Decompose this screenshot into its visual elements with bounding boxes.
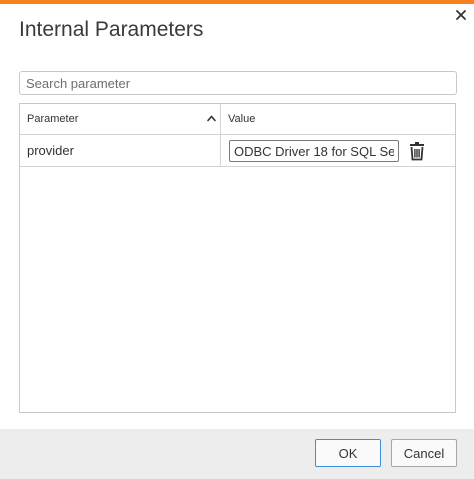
column-header-label: Parameter [27, 113, 79, 125]
table-row[interactable]: provider [20, 135, 455, 167]
search-input[interactable] [20, 72, 446, 94]
top-accent-bar [0, 0, 474, 4]
delete-row-button[interactable] [408, 141, 426, 161]
ok-button[interactable]: OK [315, 439, 381, 467]
value-field[interactable] [229, 140, 399, 162]
value-cell[interactable] [221, 135, 455, 166]
column-header-label: Value [228, 113, 256, 125]
cancel-button[interactable]: Cancel [391, 439, 457, 467]
trash-icon [410, 142, 424, 161]
chevron-up-icon [207, 115, 216, 122]
parameters-grid: Parameter Value provider [19, 103, 456, 413]
column-header-value[interactable]: Value [221, 104, 455, 134]
search-box [19, 71, 457, 95]
dialog-footer: OK Cancel [0, 429, 474, 479]
parameter-name: provider [27, 143, 74, 158]
grid-header: Parameter Value [20, 104, 455, 135]
close-icon [456, 10, 466, 20]
dialog-title: Internal Parameters [19, 18, 204, 41]
parameter-cell[interactable]: provider [20, 135, 221, 166]
column-header-parameter[interactable]: Parameter [20, 104, 221, 134]
close-button[interactable] [452, 6, 470, 24]
